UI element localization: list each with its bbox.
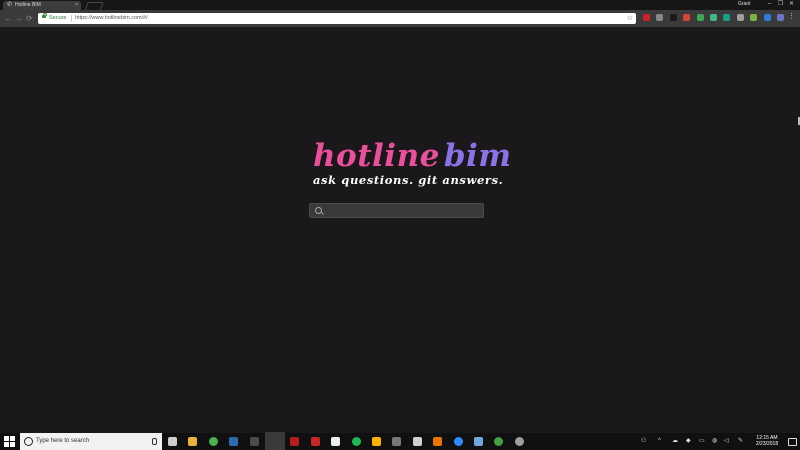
question-search-input[interactable] — [326, 204, 481, 217]
browser-toolbar: ← → ⟳ Secure https://www.hotlinebim.com/… — [0, 10, 800, 27]
sublime-icon[interactable] — [249, 437, 259, 446]
browser-titlebar: ✆ Hotline BIM × Grant – ❐ ✕ — [0, 0, 800, 11]
app-red-icon[interactable] — [310, 437, 320, 446]
blender-icon[interactable] — [433, 437, 443, 446]
tray-chevron-icon[interactable]: ^ — [658, 433, 661, 450]
spotify-icon[interactable] — [351, 437, 361, 446]
app-circle-icon[interactable] — [514, 437, 524, 446]
tab-close-icon[interactable]: × — [75, 1, 78, 10]
url-text[interactable]: https://www.hotlinebim.com/#/ — [75, 13, 148, 24]
action-center-icon[interactable] — [788, 438, 797, 446]
gray-ext-icon[interactable] — [736, 14, 744, 21]
zoom-icon[interactable] — [453, 437, 463, 446]
address-separator — [71, 15, 72, 22]
app-gray-icon[interactable] — [392, 437, 402, 446]
restore-icon[interactable]: ❐ — [775, 0, 786, 9]
browser-menu-icon[interactable]: ⋮ — [788, 13, 795, 21]
purple-ext-icon[interactable] — [777, 14, 784, 21]
windows-start-icon[interactable] — [4, 436, 15, 447]
app-blue-icon[interactable] — [474, 437, 483, 446]
logo-word-hotline: hotline — [313, 138, 440, 174]
hotline-bim-logo: hotline bim ask questions. git answers. — [313, 140, 511, 187]
search-icon — [315, 207, 322, 214]
volume-icon[interactable]: ◁ — [724, 433, 729, 450]
clock-date: 2/23/2018 — [755, 441, 779, 447]
green-ext-icon[interactable] — [750, 14, 758, 21]
pinterest-ext-icon[interactable] — [643, 14, 650, 21]
windows-taskbar: Type here to search ^ ⚇ ☁ ◆ ▭ ◍ ◁ ✎ 12:1… — [0, 433, 800, 450]
chrome-icon[interactable] — [208, 437, 218, 446]
tab-title: Hotline BIM — [15, 2, 41, 8]
onepassword-ext-icon[interactable] — [669, 14, 677, 21]
green-shield-ext-icon[interactable] — [696, 14, 704, 21]
teal-ext-icon[interactable] — [723, 14, 731, 21]
blue-ext-icon[interactable] — [763, 14, 771, 21]
dropbox-icon[interactable]: ◆ — [686, 433, 691, 450]
pen-icon[interactable]: ✎ — [738, 433, 743, 450]
close-window-icon[interactable]: ✕ — [786, 0, 797, 9]
secure-label: Secure — [49, 15, 67, 21]
settings-icon[interactable] — [412, 437, 422, 446]
question-search-box[interactable] — [309, 203, 484, 218]
minimize-icon[interactable]: – — [764, 0, 775, 9]
logo-word-bim: bim — [443, 138, 512, 174]
taskbar-search-box[interactable]: Type here to search — [20, 433, 162, 450]
cortana-icon — [24, 437, 33, 446]
green-gear-icon[interactable] — [494, 437, 504, 446]
battery-icon[interactable]: ▭ — [699, 433, 705, 450]
logo-wordmark: hotline bim — [313, 140, 512, 172]
task-view-icon[interactable] — [168, 437, 177, 446]
bookmark-star-icon[interactable]: ☆ — [627, 13, 633, 24]
logo-tagline: ask questions. git answers. — [313, 173, 504, 187]
vue-ext-icon[interactable] — [710, 14, 717, 21]
window-controls: – ❐ ✕ — [764, 0, 797, 9]
revit-icon[interactable] — [229, 437, 239, 446]
onedrive-icon[interactable]: ☁ — [672, 433, 678, 450]
red-ext-icon[interactable] — [683, 14, 691, 21]
profile-name[interactable]: Grant — [738, 0, 751, 9]
file-explorer-icon[interactable] — [188, 437, 198, 446]
reload-icon[interactable]: ⟳ — [26, 10, 33, 27]
mail-ext-icon[interactable] — [656, 14, 664, 21]
network-icon[interactable]: ◍ — [712, 433, 717, 450]
play-icon[interactable] — [372, 437, 381, 446]
tab-hotline-bim[interactable]: ✆ Hotline BIM × — [3, 1, 81, 10]
back-icon[interactable]: ← — [4, 10, 12, 27]
address-bar[interactable]: Secure https://www.hotlinebim.com/#/ ☆ — [38, 13, 636, 24]
lock-icon — [42, 13, 47, 18]
active-app-highlight — [265, 432, 285, 450]
phone-favicon-icon: ✆ — [7, 2, 13, 8]
taskbar-search-placeholder: Type here to search — [36, 438, 90, 444]
app-white-icon[interactable] — [331, 437, 341, 446]
microphone-icon[interactable] — [152, 438, 157, 445]
taskbar-clock[interactable]: 12:15 AM 2/23/2018 — [752, 435, 782, 447]
forward-icon[interactable]: → — [15, 10, 23, 27]
people-icon[interactable]: ⚇ — [641, 433, 646, 450]
app-b-icon[interactable] — [290, 437, 300, 446]
